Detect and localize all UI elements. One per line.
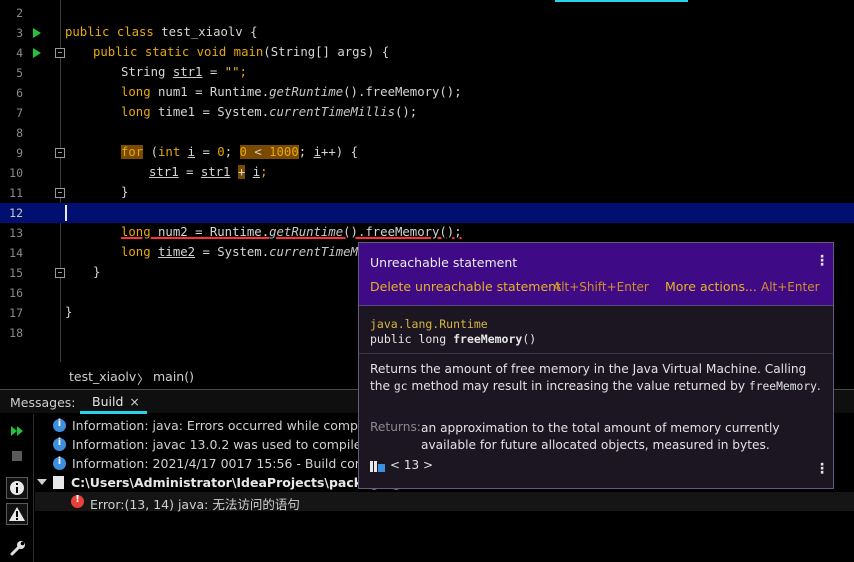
code-text: long time1 = System.currentTimeMillis(); bbox=[121, 105, 418, 119]
error-text: Error:(13, 14) java: 无法访问的语句 bbox=[90, 497, 300, 512]
doc-signature-block: java.lang.Runtime public long freeMemory… bbox=[359, 307, 833, 354]
code-text: str1 = str1 + i; bbox=[149, 165, 268, 179]
code-line[interactable]: 2 bbox=[0, 3, 854, 23]
code-text: } bbox=[121, 185, 129, 199]
messages-label: Messages: bbox=[10, 395, 76, 410]
line-number: 4 bbox=[16, 46, 23, 60]
fold-icon[interactable] bbox=[55, 188, 65, 198]
more-actions-link[interactable]: More actions... bbox=[665, 279, 757, 294]
close-icon[interactable]: × bbox=[129, 394, 139, 409]
doc-description: Returns the amount of free memory in the… bbox=[370, 362, 821, 393]
line-number: 14 bbox=[9, 246, 23, 260]
code-text: for (int i = 0; 0 < 1000; i++) { bbox=[121, 145, 358, 159]
line-number: 15 bbox=[9, 266, 23, 280]
more-actions-shortcut-hint: Alt+Enter bbox=[761, 280, 820, 294]
more-options-icon[interactable]: ⋮ bbox=[815, 253, 829, 269]
error-description-header: Unreachable statement ⋮ Delete unreachab… bbox=[359, 243, 833, 306]
code-line[interactable]: 5 String str1 = ""; bbox=[0, 63, 854, 83]
message-text: Information: javac 13.0.2 was used to co… bbox=[72, 437, 385, 452]
run-method-icon[interactable] bbox=[33, 48, 41, 58]
line-number: 11 bbox=[9, 186, 23, 200]
code-text: long time2 = System.currentTimeMilli bbox=[121, 245, 388, 259]
delete-unreachable-statement-link[interactable]: Delete unreachable statement bbox=[370, 279, 561, 294]
error-row[interactable]: Error:(13, 14) java: 无法访问的语句 bbox=[35, 492, 854, 512]
rerun-icon bbox=[11, 426, 23, 436]
line-number: 5 bbox=[16, 66, 23, 80]
library-icon bbox=[370, 461, 385, 472]
messages-toolbar bbox=[0, 414, 34, 562]
fix-shortcut-hint: Alt+Shift+Enter bbox=[553, 280, 649, 294]
message-text: Information: 2021/4/17 0017 15:56 - Buil… bbox=[72, 456, 387, 471]
code-line[interactable]: 8 bbox=[0, 123, 854, 143]
returns-description: an approximation to the total amount of … bbox=[421, 421, 780, 452]
breadcrumb-class[interactable]: test_xiaolv bbox=[69, 369, 136, 384]
code-line[interactable]: 11 } bbox=[0, 183, 854, 203]
code-line[interactable]: 9 for (int i = 0; 0 < 1000; i++) { bbox=[0, 143, 854, 163]
fold-icon[interactable] bbox=[55, 268, 65, 278]
code-text: public class test_xiaolv { bbox=[65, 25, 258, 39]
error-icon bbox=[71, 494, 84, 508]
line-number: 6 bbox=[16, 86, 23, 100]
tab-build-label: Build bbox=[92, 394, 124, 409]
line-number: 2 bbox=[16, 6, 23, 20]
line-number: 17 bbox=[9, 306, 23, 320]
stop-icon bbox=[12, 451, 22, 461]
error-code-text: long num2 = Runtime.getRuntime().freeMem… bbox=[121, 225, 462, 239]
file-icon bbox=[53, 476, 64, 489]
code-text: } bbox=[93, 265, 101, 279]
code-line[interactable]: 3 public class test_xiaolv { bbox=[0, 23, 854, 43]
text-caret bbox=[65, 205, 67, 221]
info-icon bbox=[53, 437, 66, 451]
wrench-icon bbox=[10, 541, 25, 556]
chevron-down-icon[interactable] bbox=[37, 479, 47, 485]
code-text: long num1 = Runtime.getRuntime().freeMem… bbox=[121, 85, 462, 99]
doc-options-icon[interactable]: ⋮ bbox=[815, 461, 829, 477]
editor-tab-indicator bbox=[555, 0, 688, 2]
file-path: C:\Users\Administrator\IdeaProjects\pack… bbox=[71, 475, 402, 490]
code-text: String str1 = ""; bbox=[121, 65, 247, 79]
warning-filter-icon bbox=[9, 507, 25, 521]
error-title: Unreachable statement bbox=[370, 255, 518, 270]
info-icon bbox=[53, 418, 66, 432]
returns-label: Returns: bbox=[370, 420, 421, 434]
code-line[interactable]: 10 str1 = str1 + i; bbox=[0, 163, 854, 183]
info-icon bbox=[53, 456, 66, 470]
stop-button[interactable] bbox=[6, 445, 28, 467]
line-number: 10 bbox=[9, 166, 23, 180]
jdk-version-label[interactable]: < 13 > bbox=[390, 458, 433, 472]
quick-doc-popup[interactable]: Unreachable statement ⋮ Delete unreachab… bbox=[358, 242, 834, 489]
code-text: } bbox=[65, 305, 73, 319]
doc-class-name[interactable]: java.lang.Runtime bbox=[370, 317, 488, 331]
line-number: 12 bbox=[9, 206, 23, 220]
code-line[interactable]: 7 long time1 = System.currentTimeMillis(… bbox=[0, 103, 854, 123]
message-text: Information: java: Errors occurred while… bbox=[72, 418, 385, 433]
line-number: 9 bbox=[16, 146, 23, 160]
line-number: 7 bbox=[16, 106, 23, 120]
tab-build[interactable]: Build × bbox=[80, 391, 152, 413]
doc-method-signature: public long freeMemory() bbox=[370, 332, 537, 346]
breadcrumb-separator: 〉 bbox=[137, 372, 150, 387]
info-filter-icon bbox=[10, 481, 24, 495]
code-line[interactable]: 6 long num1 = Runtime.getRuntime().freeM… bbox=[0, 83, 854, 103]
current-line[interactable]: 12 bbox=[0, 203, 854, 223]
rerun-button[interactable] bbox=[6, 420, 28, 442]
code-line[interactable]: 13 long num2 = Runtime.getRuntime().free… bbox=[0, 223, 854, 243]
line-number: 18 bbox=[9, 326, 23, 340]
code-text: public static void main(String[] args) { bbox=[93, 45, 390, 59]
settings-button[interactable] bbox=[6, 537, 28, 559]
code-line[interactable]: 4 public static void main(String[] args)… bbox=[0, 43, 854, 63]
fold-icon[interactable] bbox=[55, 48, 65, 58]
show-info-toggle[interactable] bbox=[6, 477, 28, 499]
fold-icon[interactable] bbox=[55, 148, 65, 158]
line-number: 8 bbox=[16, 126, 23, 140]
breadcrumb-method[interactable]: main() bbox=[153, 369, 194, 384]
line-number: 3 bbox=[16, 26, 23, 40]
line-number: 13 bbox=[9, 226, 23, 240]
line-number: 16 bbox=[9, 286, 23, 300]
show-warnings-toggle[interactable] bbox=[6, 503, 28, 525]
run-class-icon[interactable] bbox=[33, 28, 41, 38]
